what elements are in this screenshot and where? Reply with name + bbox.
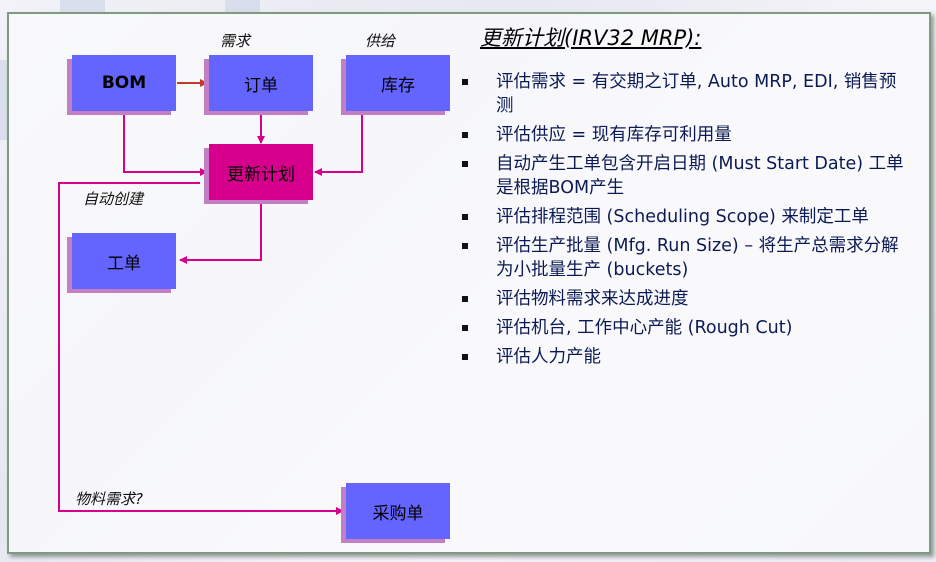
- arrow-plan-bom: [120, 107, 208, 176]
- bullet-square-icon: [462, 132, 468, 138]
- box-order: 订单: [209, 55, 313, 111]
- box-purchase-order: 采购单: [346, 483, 450, 539]
- bullet-square-icon: [462, 79, 468, 85]
- bullet-item: 评估排程范围 (Scheduling Scope) 来制定工单: [462, 205, 912, 229]
- label-auto-create: 自动创建: [83, 190, 144, 208]
- bullet-square-icon: [462, 214, 468, 220]
- bullet-square-icon: [462, 161, 468, 167]
- bullet-list: 评估需求 = 有交期之订单, Auto MRP, EDI, 销售预测 评估供应 …: [462, 70, 912, 374]
- bullet-item: 评估需求 = 有交期之订单, Auto MRP, EDI, 销售预测: [462, 70, 912, 118]
- box-inventory: 库存: [346, 55, 450, 111]
- bullet-item: 评估生产批量 (Mfg. Run Size) – 将生产总需求分解为小批量生产 …: [462, 234, 912, 282]
- bullet-square-icon: [462, 296, 468, 302]
- bullet-item: 自动产生工单包含开启日期 (Must Start Date) 工单是根据BOM产…: [462, 152, 912, 200]
- bullet-item: 评估机台, 工作中心产能 (Rough Cut): [462, 316, 912, 340]
- arrow-plan-inventory: [314, 107, 366, 176]
- arrow-plan-to-workorder: [179, 200, 262, 264]
- bullet-square-icon: [462, 243, 468, 249]
- box-bom: BOM: [72, 55, 176, 111]
- panel-title: 更新计划(IRV32 MRP):: [480, 26, 702, 50]
- bullet-square-icon: [462, 354, 468, 360]
- bullet-item: 评估人力产能: [462, 345, 912, 369]
- label-supply: 供给: [365, 32, 396, 50]
- bullet-square-icon: [462, 325, 468, 331]
- label-demand: 需求: [220, 32, 251, 50]
- label-material-demand: 物料需求?: [75, 490, 143, 508]
- box-work-order: 工单: [72, 233, 176, 289]
- bullet-item: 评估物料需求来达成进度: [462, 287, 912, 311]
- box-update-plan: 更新计划: [209, 144, 313, 200]
- bullet-item: 评估供应 = 现有库存可利用量: [462, 123, 912, 147]
